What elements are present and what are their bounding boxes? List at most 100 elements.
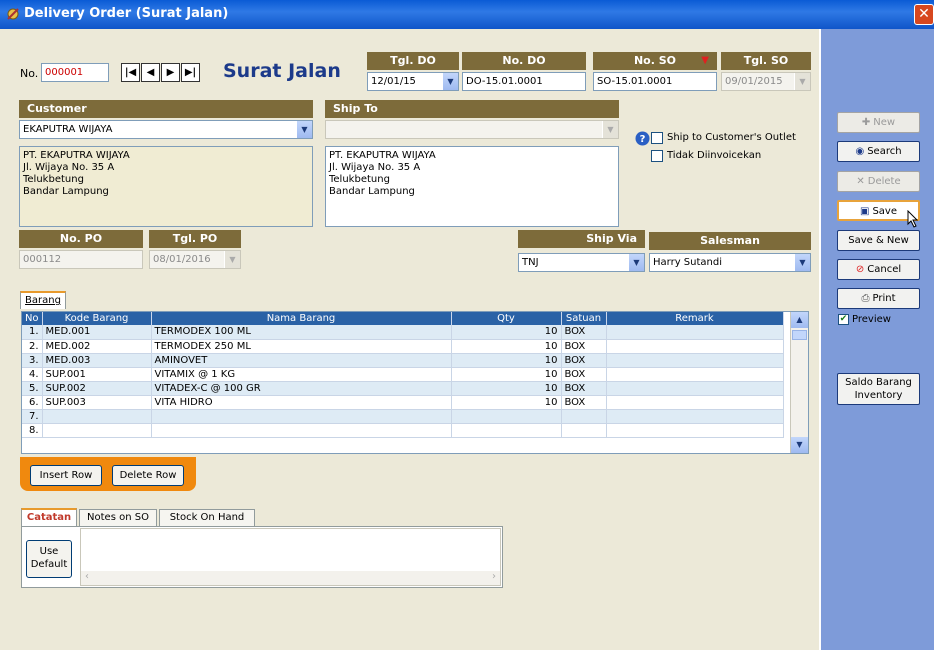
row-no[interactable]: 3. [22, 353, 43, 368]
row-remark[interactable] [606, 381, 784, 396]
table-row[interactable]: 3. MED.003 AMINOVET 10 BOX [22, 353, 784, 368]
row-remark[interactable] [606, 325, 784, 340]
row-no[interactable]: 6. [22, 395, 43, 410]
tgl-do-field[interactable]: 12/01/15 ▼ [367, 72, 459, 91]
row-remark[interactable] [606, 367, 784, 382]
tab-stock-on-hand[interactable]: Stock On Hand [159, 509, 255, 527]
row-remark[interactable] [606, 409, 784, 424]
ship-to-address[interactable]: PT. EKAPUTRA WIJAYA Jl. Wijaya No. 35 A … [325, 146, 619, 227]
table-row[interactable]: 4. SUP.001 VITAMIX @ 1 KG 10 BOX [22, 367, 784, 382]
row-nama-barang[interactable]: AMINOVET [151, 353, 452, 368]
row-qty[interactable]: 10 [451, 381, 562, 396]
row-qty[interactable]: 10 [451, 325, 562, 340]
customer-select[interactable]: EKAPUTRA WIJAYA ▼ [19, 120, 313, 139]
chevron-down-icon[interactable]: ▼ [628, 254, 644, 271]
no-field[interactable]: 000001 [41, 63, 109, 82]
table-row[interactable]: 8. [22, 423, 784, 438]
tidak-diinvoicekan-checkbox[interactable] [651, 150, 663, 162]
row-kode-barang[interactable] [42, 423, 152, 438]
ship-via-select[interactable]: TNJ ▼ [518, 253, 645, 272]
row-no[interactable]: 7. [22, 409, 43, 424]
save-new-button[interactable]: Save & New [837, 230, 920, 251]
customer-address[interactable]: PT. EKAPUTRA WIJAYA Jl. Wijaya No. 35 A … [19, 146, 313, 227]
use-default-button[interactable]: Use Default [26, 540, 72, 578]
help-icon[interactable]: ? [635, 131, 650, 146]
preview-checkbox[interactable]: ✔ [838, 314, 849, 325]
row-qty[interactable] [451, 423, 562, 438]
table-row[interactable]: 1. MED.001 TERMODEX 100 ML 10 BOX [22, 325, 784, 340]
delete-row-button[interactable]: Delete Row [112, 465, 184, 486]
row-nama-barang[interactable]: VITAMIX @ 1 KG [151, 367, 452, 382]
row-qty[interactable] [451, 409, 562, 424]
salesman-select[interactable]: Harry Sutandi ▼ [649, 253, 811, 272]
row-nama-barang[interactable]: TERMODEX 250 ML [151, 339, 452, 354]
row-remark[interactable] [606, 353, 784, 368]
row-kode-barang[interactable]: SUP.003 [42, 395, 152, 410]
row-remark[interactable] [606, 423, 784, 438]
col-nama-barang[interactable]: Nama Barang [151, 312, 452, 325]
row-no[interactable]: 1. [22, 325, 43, 340]
prev-record-button[interactable]: ◀ [141, 63, 160, 82]
col-no[interactable]: No [22, 312, 43, 325]
tab-catatan[interactable]: Catatan [21, 508, 77, 526]
col-remark[interactable]: Remark [606, 312, 784, 325]
row-satuan[interactable] [561, 409, 607, 424]
row-satuan[interactable]: BOX [561, 381, 607, 396]
next-record-button[interactable]: ▶ [161, 63, 180, 82]
table-row[interactable]: 6. SUP.003 VITA HIDRO 10 BOX [22, 395, 784, 410]
chevron-down-icon[interactable]: ▼ [794, 254, 810, 271]
scroll-right-icon[interactable]: › [492, 571, 496, 582]
row-satuan[interactable]: BOX [561, 339, 607, 354]
no-do-field[interactable]: DO-15.01.0001 [462, 72, 586, 91]
close-button[interactable]: ✕ [914, 4, 934, 25]
col-qty[interactable]: Qty [451, 312, 562, 325]
tab-barang[interactable]: Barang [20, 291, 66, 309]
ship-outlet-checkbox[interactable] [651, 132, 663, 144]
scroll-thumb[interactable] [792, 330, 807, 340]
row-no[interactable]: 2. [22, 339, 43, 354]
insert-row-button[interactable]: Insert Row [30, 465, 102, 486]
row-nama-barang[interactable]: TERMODEX 100 ML [151, 325, 452, 340]
row-nama-barang[interactable] [151, 409, 452, 424]
grid-scrollbar[interactable]: ▲ ▼ [790, 312, 808, 453]
row-no[interactable]: 5. [22, 381, 43, 396]
row-no[interactable]: 8. [22, 423, 43, 438]
scroll-up-icon[interactable]: ▲ [791, 312, 808, 328]
chevron-down-icon[interactable]: ▼ [442, 73, 458, 90]
first-record-button[interactable]: |◀ [121, 63, 140, 82]
col-satuan[interactable]: Satuan [561, 312, 607, 325]
table-row[interactable]: 5. SUP.002 VITADEX-C @ 100 GR 10 BOX [22, 381, 784, 396]
scroll-left-icon[interactable]: ‹ [85, 571, 89, 582]
tab-notes-on-so[interactable]: Notes on SO [79, 509, 157, 527]
table-row[interactable]: 2. MED.002 TERMODEX 250 ML 10 BOX [22, 339, 784, 354]
row-satuan[interactable]: BOX [561, 325, 607, 340]
search-button[interactable]: ◉ Search [837, 141, 920, 162]
no-so-field[interactable]: SO-15.01.0001 [593, 72, 717, 91]
col-kode-barang[interactable]: Kode Barang [42, 312, 152, 325]
row-qty[interactable]: 10 [451, 367, 562, 382]
row-kode-barang[interactable]: SUP.002 [42, 381, 152, 396]
row-qty[interactable]: 10 [451, 339, 562, 354]
row-kode-barang[interactable]: MED.003 [42, 353, 152, 368]
print-button[interactable]: ⎙ Print [837, 288, 920, 309]
row-remark[interactable] [606, 339, 784, 354]
row-kode-barang[interactable]: SUP.001 [42, 367, 152, 382]
row-satuan[interactable]: BOX [561, 367, 607, 382]
last-record-button[interactable]: ▶| [181, 63, 200, 82]
row-nama-barang[interactable] [151, 423, 452, 438]
table-row[interactable]: 7. [22, 409, 784, 424]
row-satuan[interactable]: BOX [561, 353, 607, 368]
notes-textarea[interactable]: ‹ › [80, 528, 501, 586]
row-qty[interactable]: 10 [451, 395, 562, 410]
row-nama-barang[interactable]: VITADEX-C @ 100 GR [151, 381, 452, 396]
row-remark[interactable] [606, 395, 784, 410]
row-satuan[interactable] [561, 423, 607, 438]
row-nama-barang[interactable]: VITA HIDRO [151, 395, 452, 410]
row-satuan[interactable]: BOX [561, 395, 607, 410]
row-kode-barang[interactable]: MED.002 [42, 339, 152, 354]
row-qty[interactable]: 10 [451, 353, 562, 368]
chevron-down-icon[interactable]: ▼ [296, 121, 312, 138]
row-kode-barang[interactable] [42, 409, 152, 424]
notes-hscrollbar[interactable]: ‹ › [81, 571, 500, 585]
row-no[interactable]: 4. [22, 367, 43, 382]
